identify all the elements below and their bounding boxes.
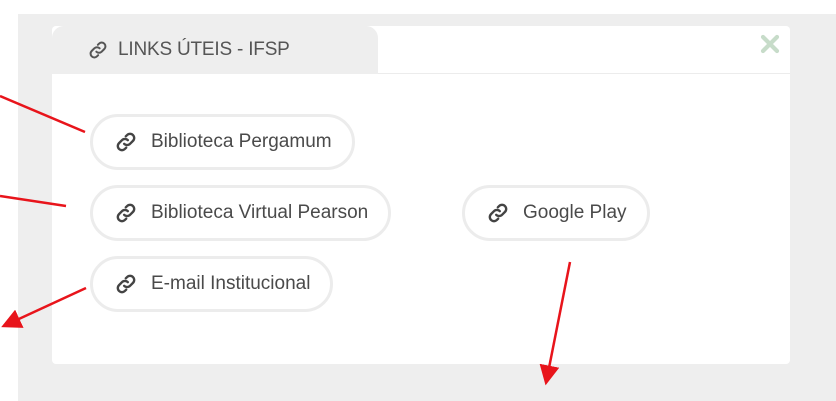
close-button[interactable]	[758, 34, 782, 58]
link-google-play[interactable]: Google Play	[462, 185, 650, 241]
link-email-institucional[interactable]: E-mail Institucional	[90, 256, 334, 312]
link-icon	[115, 273, 137, 295]
link-biblioteca-virtual-pearson[interactable]: Biblioteca Virtual Pearson	[90, 185, 392, 241]
screenshot-stage: LINKS ÚTEIS - IFSP Biblioteca Pergamum B…	[0, 0, 836, 401]
link-label: E-mail Institucional	[151, 273, 311, 294]
panel-tab: LINKS ÚTEIS - IFSP	[52, 26, 378, 74]
link-icon	[115, 131, 137, 153]
link-icon	[88, 40, 108, 60]
link-icon	[487, 202, 509, 224]
link-label: Biblioteca Virtual Pearson	[151, 202, 369, 223]
tab-divider	[378, 73, 790, 74]
link-label: Google Play	[523, 202, 627, 223]
close-icon	[760, 34, 780, 58]
link-label: Biblioteca Pergamum	[151, 131, 332, 152]
link-icon	[115, 202, 137, 224]
links-panel: LINKS ÚTEIS - IFSP Biblioteca Pergamum B…	[52, 26, 790, 364]
link-biblioteca-pergamum[interactable]: Biblioteca Pergamum	[90, 114, 355, 170]
panel-title: LINKS ÚTEIS - IFSP	[118, 39, 290, 60]
